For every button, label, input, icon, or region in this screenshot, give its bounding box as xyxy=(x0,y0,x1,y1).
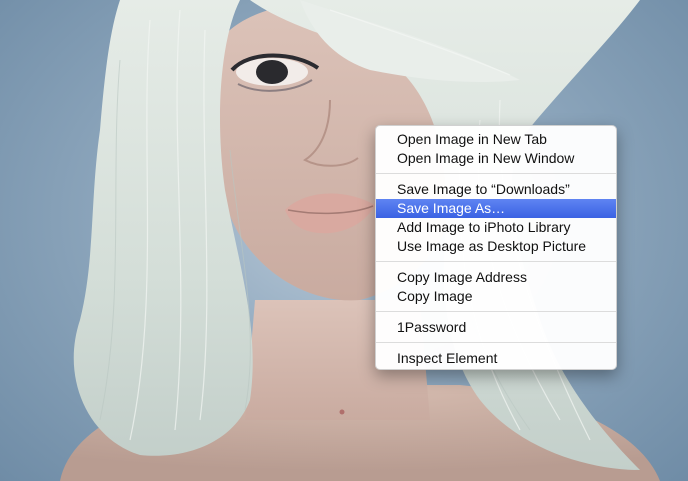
menu-item-copy-image-address[interactable]: Copy Image Address xyxy=(376,268,616,287)
menu-separator xyxy=(376,342,616,343)
menu-item-save-image-as[interactable]: Save Image As… xyxy=(376,199,616,218)
menu-item-copy-image[interactable]: Copy Image xyxy=(376,287,616,306)
menu-separator xyxy=(376,261,616,262)
menu-item-save-image-to-downloads[interactable]: Save Image to “Downloads” xyxy=(376,180,616,199)
menu-item-open-image-new-window[interactable]: Open Image in New Window xyxy=(376,149,616,168)
menu-item-1password[interactable]: 1Password xyxy=(376,318,616,337)
menu-item-add-image-to-iphoto[interactable]: Add Image to iPhoto Library xyxy=(376,218,616,237)
menu-separator xyxy=(376,173,616,174)
context-menu: Open Image in New Tab Open Image in New … xyxy=(375,125,617,370)
menu-separator xyxy=(376,311,616,312)
menu-item-inspect-element[interactable]: Inspect Element xyxy=(376,349,616,368)
menu-item-use-image-as-desktop[interactable]: Use Image as Desktop Picture xyxy=(376,237,616,256)
menu-item-open-image-new-tab[interactable]: Open Image in New Tab xyxy=(376,130,616,149)
web-page-image-area: Open Image in New Tab Open Image in New … xyxy=(0,0,688,481)
